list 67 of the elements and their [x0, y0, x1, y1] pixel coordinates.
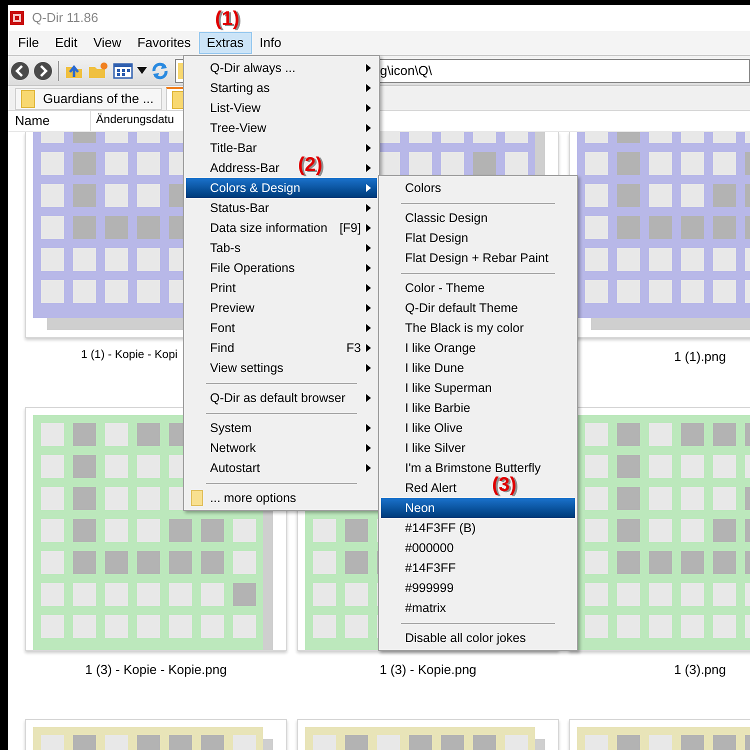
- menu-bar-item[interactable]: Favorites: [129, 32, 199, 54]
- menu-item[interactable]: Color - Theme: [405, 278, 485, 298]
- menu-item[interactable]: I like Silver: [405, 438, 466, 458]
- window-title: Q-Dir 11.86: [32, 9, 98, 28]
- file-name: 1 (1) - Kopie - Kopi: [81, 348, 178, 363]
- menu-item[interactable]: Colors: [405, 178, 442, 198]
- menu-item[interactable]: #14F3FF: [405, 558, 456, 578]
- menu-item[interactable]: Tree-View: [210, 118, 266, 138]
- menu-item[interactable]: Flat Design: [405, 228, 468, 248]
- menu-item[interactable]: ... more options: [210, 488, 296, 508]
- forward-icon[interactable]: [33, 60, 53, 80]
- menu-item[interactable]: Network: [210, 438, 256, 458]
- back-icon[interactable]: [10, 60, 30, 80]
- menu-item[interactable]: Tab-s: [210, 238, 241, 258]
- file-name: 1 (3) - Kopie.png: [380, 660, 476, 679]
- menu-item[interactable]: I like Olive: [405, 418, 463, 438]
- tab[interactable]: Guardians of the ...: [15, 88, 162, 110]
- folder-icon: [191, 490, 203, 506]
- menu-item[interactable]: Classic Design: [405, 208, 488, 228]
- shortcut-label: F3: [345, 340, 361, 357]
- menu-item[interactable]: List-View: [210, 98, 260, 118]
- annotation-number: (1): [215, 7, 240, 32]
- menu-bar-item[interactable]: File: [10, 32, 47, 54]
- menu-item[interactable]: I like Orange: [405, 338, 476, 358]
- file-name: 1 (3) - Kopie - Kopie.png: [85, 660, 227, 679]
- menu-bar-item[interactable]: Extras: [198, 32, 252, 54]
- menu-item[interactable]: #999999: [405, 578, 454, 598]
- annotation-number: (2): [298, 153, 322, 178]
- menu-item[interactable]: The Black is my color: [405, 318, 524, 338]
- menu-item[interactable]: Find: [210, 338, 234, 358]
- menu-bar-item[interactable]: Info: [252, 32, 290, 54]
- file-name: 1 (1).png: [674, 348, 726, 366]
- menu-item[interactable]: Q-Dir as default browser: [210, 388, 346, 408]
- menu-item[interactable]: Print: [210, 278, 236, 298]
- menu-item[interactable]: #000000: [405, 538, 454, 558]
- app-icon: [10, 11, 24, 25]
- menu-item[interactable]: Flat Design + Rebar Paint: [405, 248, 548, 268]
- dropdown-caret-icon[interactable]: [137, 66, 147, 74]
- menu-item[interactable]: File Operations: [210, 258, 295, 278]
- menu-item[interactable]: #14F3FF (B): [405, 518, 476, 538]
- menu-item[interactable]: Q-Dir always ...: [210, 58, 296, 78]
- menu-item[interactable]: Title-Bar: [210, 138, 257, 158]
- shortcut-label: [F9]: [338, 220, 361, 237]
- file-name: 1 (3).png: [674, 660, 726, 679]
- menu-item[interactable]: Neon: [381, 498, 575, 518]
- menu-item[interactable]: Font: [210, 318, 236, 338]
- menu-item[interactable]: Disable all color jokes: [405, 628, 526, 648]
- menu-item[interactable]: View settings: [210, 358, 284, 378]
- menu-item[interactable]: Autostart: [210, 458, 260, 478]
- menu-item[interactable]: Data size information: [210, 218, 328, 238]
- menu-item[interactable]: #matrix: [405, 598, 446, 618]
- view-grid-icon[interactable]: [112, 60, 134, 80]
- menu-item[interactable]: I like Barbie: [405, 398, 470, 418]
- menu-bar-item[interactable]: Edit: [46, 32, 86, 54]
- menu-item[interactable]: Colors & Design: [186, 178, 377, 198]
- column-header[interactable]: Änderungsdatu: [91, 111, 174, 131]
- folder-icon: [21, 90, 35, 108]
- menu-item[interactable]: Red Alert: [405, 478, 456, 498]
- menu-bar-item[interactable]: View: [85, 32, 130, 54]
- menu-item[interactable]: Status-Bar: [210, 198, 270, 218]
- menu-item[interactable]: I like Superman: [405, 378, 492, 398]
- menu-item[interactable]: System: [210, 418, 252, 438]
- menu-item[interactable]: Q-Dir default Theme: [405, 298, 518, 318]
- menu-item[interactable]: Address-Bar: [210, 158, 280, 178]
- column-header[interactable]: Name: [8, 111, 91, 131]
- menu-item[interactable]: Preview: [210, 298, 254, 318]
- menu-item[interactable]: I like Dune: [405, 358, 464, 378]
